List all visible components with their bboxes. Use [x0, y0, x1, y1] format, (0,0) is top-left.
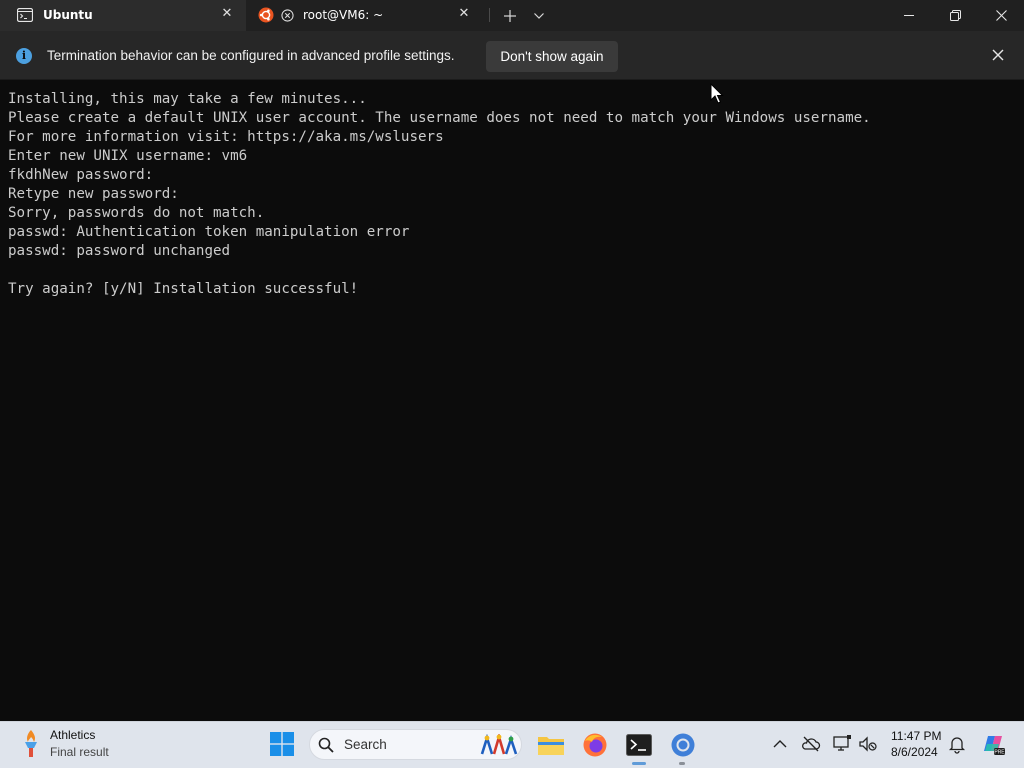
close-window-button[interactable]: [978, 0, 1024, 31]
terminal-output[interactable]: Installing, this may take a few minutes.…: [0, 81, 1024, 721]
tab-dropdown-button[interactable]: [525, 0, 553, 31]
running-app-indicator: [679, 762, 685, 765]
windows-start-icon[interactable]: [270, 732, 294, 756]
terminal-line: Sorry, passwords do not match.: [8, 205, 265, 221]
active-app-indicator: [632, 762, 646, 765]
tab-ubuntu[interactable]: Ubuntu ✕: [0, 0, 246, 31]
terminal-line: fkdhNew password:: [8, 167, 154, 183]
svg-text:PRE: PRE: [994, 750, 1005, 756]
terminal-icon: [626, 734, 652, 756]
terminal-line: For more information visit: https://aka.…: [8, 129, 444, 145]
close-icon: [995, 10, 1007, 21]
chevron-up-icon[interactable]: [770, 734, 790, 754]
search-icon: [318, 737, 334, 753]
minimize-button[interactable]: [886, 0, 932, 31]
restore-icon: [949, 10, 961, 21]
copilot-icon[interactable]: PRE: [980, 731, 1006, 757]
tab-root-vm6[interactable]: root@VM6: ~ ✕: [248, 0, 483, 31]
search-placeholder: Search: [344, 737, 387, 752]
error-circle-icon: [281, 9, 294, 22]
plus-icon: [504, 9, 516, 22]
terminal-line: Try again? [y/N] Installation successful…: [8, 281, 359, 297]
terminal-line: Please create a default UNIX user accoun…: [8, 110, 871, 126]
title-bar: Ubuntu ✕ root@VM6: ~ ✕: [0, 0, 1024, 31]
close-icon[interactable]: ✕: [220, 7, 234, 21]
file-explorer-button[interactable]: [535, 729, 567, 761]
clock-time[interactable]: 11:47 PM: [891, 729, 941, 743]
terminal-icon: [17, 8, 33, 22]
ubuntu-icon: [258, 7, 274, 23]
terminal-line: Enter new UNIX username: vm6: [8, 148, 248, 164]
monitor-network-icon[interactable]: [832, 734, 852, 754]
chrome-icon: [671, 733, 695, 757]
restore-button[interactable]: [932, 0, 978, 31]
widget-title[interactable]: Athletics: [50, 728, 95, 742]
chevron-down-icon: [534, 12, 544, 19]
terminal-line: Installing, this may take a few minutes.…: [8, 91, 367, 107]
onedrive-offline-icon[interactable]: [801, 734, 821, 754]
tab-divider: [489, 8, 490, 22]
scrollbar[interactable]: [1019, 81, 1024, 721]
minimize-icon: [904, 15, 914, 16]
file-explorer-icon: [538, 737, 564, 755]
terminal-button[interactable]: [623, 729, 655, 761]
close-icon[interactable]: [988, 45, 1008, 65]
new-tab-button[interactable]: [496, 0, 524, 31]
info-message: Termination behavior can be configured i…: [47, 48, 455, 63]
widget-subtitle[interactable]: Final result: [50, 745, 109, 759]
chrome-button[interactable]: [667, 729, 699, 761]
notification-bell-icon[interactable]: [947, 734, 967, 754]
terminal-line: passwd: password unchanged: [8, 243, 231, 259]
firefox-button[interactable]: [579, 729, 611, 761]
terminal-line: Retype new password:: [8, 186, 179, 202]
dont-show-again-button[interactable]: Don't show again: [486, 41, 618, 72]
clock-date[interactable]: 8/6/2024: [891, 745, 938, 759]
tab-label: root@VM6: ~: [303, 8, 384, 22]
athletics-torch-icon[interactable]: [20, 728, 42, 758]
terminal-line: passwd: Authentication token manipulatio…: [8, 224, 410, 240]
info-icon: i: [16, 48, 32, 64]
close-icon[interactable]: ✕: [457, 7, 471, 21]
tab-label: Ubuntu: [43, 8, 93, 22]
mouse-cursor-icon: [710, 83, 724, 104]
taskbar-search-box[interactable]: Search: [309, 729, 522, 760]
search-highlight-icon: [480, 734, 518, 755]
firefox-icon: [583, 733, 607, 757]
volume-muted-icon[interactable]: [858, 734, 878, 754]
